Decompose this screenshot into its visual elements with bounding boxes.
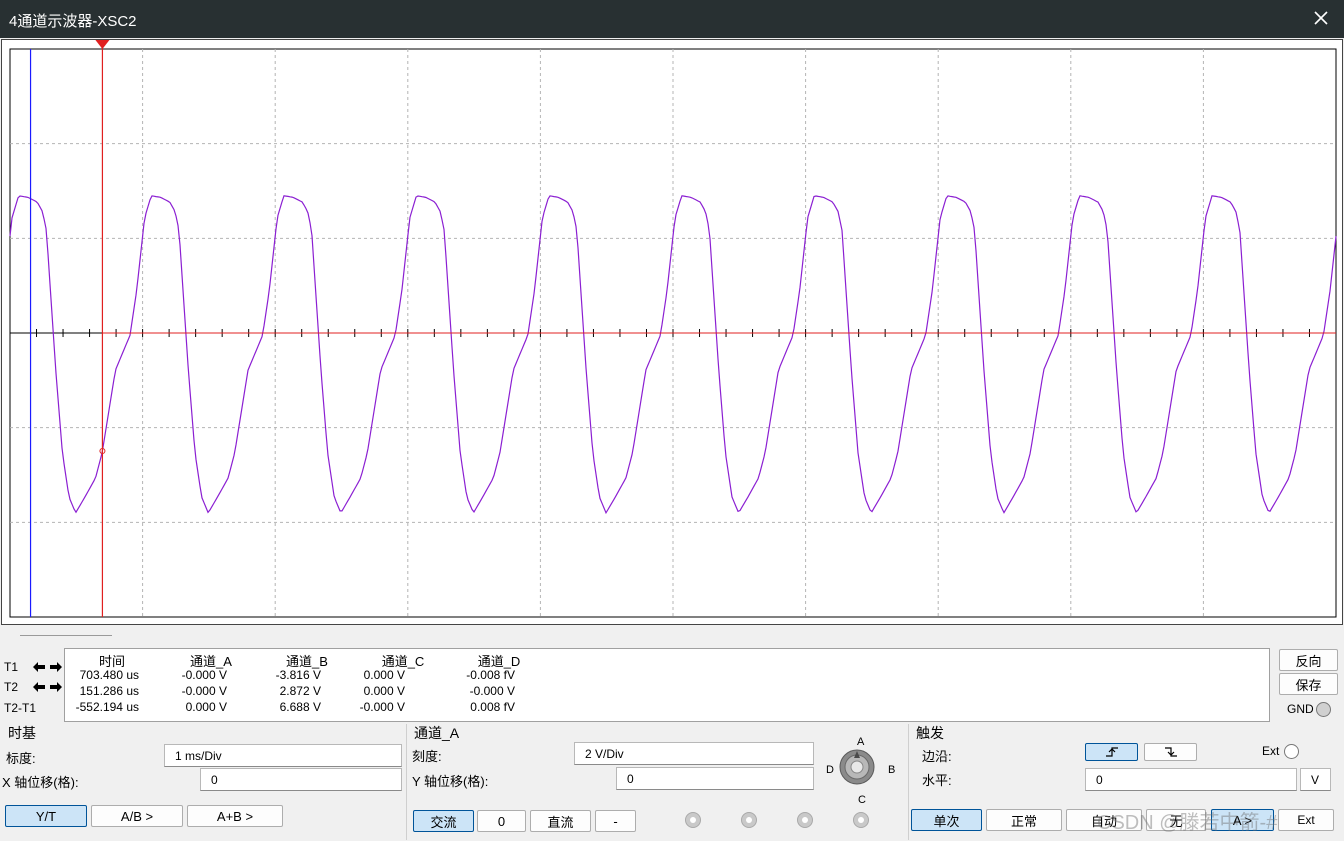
coupling-dc-button[interactable]: 直流	[530, 810, 591, 832]
watermark: CSDN @滕若中箭-#	[1097, 812, 1278, 834]
t2-left-button[interactable]	[31, 680, 46, 695]
section-divider	[406, 724, 407, 840]
close-icon	[1314, 11, 1328, 25]
readout-cell: -0.000 V	[181, 684, 227, 698]
knob-label-b: B	[888, 764, 896, 776]
coupling-zero-button[interactable]: 0	[477, 810, 526, 832]
reverse-button[interactable]: 反向	[1279, 649, 1338, 671]
window-title: 4通道示波器-XSC2	[9, 13, 137, 30]
trigger-level-label: 水平:	[922, 773, 952, 788]
save-button[interactable]: 保存	[1279, 673, 1338, 695]
channel-terminal-a[interactable]	[685, 812, 701, 828]
cursor-t1-row: T1	[4, 658, 65, 676]
panel-splitter[interactable]	[20, 635, 112, 636]
cursor-diff-row: T2-T1	[4, 699, 36, 717]
readout-cell: -0.000 V	[181, 668, 227, 682]
falling-edge-icon	[1164, 747, 1177, 757]
trigger-single-button[interactable]: 单次	[911, 809, 982, 831]
coupling-ac-button[interactable]: 交流	[413, 810, 474, 832]
trigger-level-unit[interactable]: V	[1300, 768, 1331, 791]
readout-cell: -0.000 V	[359, 700, 405, 714]
close-button[interactable]	[1310, 7, 1332, 29]
gnd-label: GND	[1287, 702, 1314, 716]
title-bar: 4通道示波器-XSC2	[0, 0, 1344, 38]
arrow-left-icon	[32, 682, 45, 692]
readout-cell: 2.872 V	[279, 684, 321, 698]
readout-cell: 0.008 fV	[470, 700, 515, 714]
oscilloscope-screen	[1, 39, 1343, 625]
knob-label-c: C	[858, 794, 866, 806]
x-position-label: X 轴位移(格):	[2, 775, 79, 790]
readout-cell: 6.688 V	[279, 700, 321, 714]
scope-plot	[9, 40, 1337, 618]
edge-rising-button[interactable]	[1085, 743, 1138, 761]
mode-aplusb-button[interactable]: A+B >	[187, 805, 283, 827]
channel-selector-knob-icon[interactable]	[838, 748, 876, 786]
timebase-title: 时基	[8, 725, 36, 741]
channel-scale-label: 刻度:	[412, 749, 442, 764]
channel-terminal-b[interactable]	[741, 812, 757, 828]
readout-cell: -552.194 us	[75, 700, 139, 714]
t1-left-button[interactable]	[31, 660, 46, 675]
gnd-terminal[interactable]	[1316, 702, 1331, 717]
ext-trigger-radio[interactable]	[1284, 744, 1299, 759]
edge-falling-button[interactable]	[1144, 743, 1197, 761]
arrow-left-icon	[32, 662, 45, 672]
arrow-right-icon	[49, 682, 62, 692]
trigger-title: 触发	[916, 725, 944, 741]
cursor-diff-label: T2-T1	[4, 701, 37, 715]
knob-label-a: A	[857, 736, 865, 748]
cursor-t2-label: T2	[4, 680, 19, 694]
readout-cell: 0.000 V	[363, 684, 405, 698]
readout-cell: -3.816 V	[275, 668, 321, 682]
trigger-normal-button[interactable]: 正常	[986, 809, 1062, 831]
cursor-t2-row: T2	[4, 678, 65, 696]
mode-yt-button[interactable]: Y/T	[5, 805, 87, 827]
readout-cell: -0.000 V	[469, 684, 515, 698]
t2-right-button[interactable]	[48, 680, 63, 695]
channel-scale-field[interactable]: 2 V/Div	[574, 742, 814, 765]
y-position-field[interactable]: 0	[616, 767, 814, 790]
channel-title: 通道_A	[414, 725, 460, 741]
channel-terminal-c[interactable]	[797, 812, 813, 828]
timebase-scale-label: 标度:	[6, 751, 36, 766]
trigger-level-field[interactable]: 0	[1085, 768, 1297, 791]
readout-cell: 703.480 us	[79, 668, 139, 682]
coupling-minus-button[interactable]: -	[595, 810, 636, 832]
knob-label-d: D	[826, 764, 834, 776]
ext-trigger-label: Ext	[1262, 744, 1280, 758]
trigger-marker-icon	[95, 40, 110, 49]
trigger-edge-label: 边沿:	[922, 749, 952, 764]
section-divider	[908, 724, 909, 840]
x-position-field[interactable]: 0	[200, 768, 402, 791]
readout-cell: -0.008 fV	[466, 668, 515, 682]
mode-ab-button[interactable]: A/B >	[91, 805, 183, 827]
y-position-label: Y 轴位移(格):	[412, 774, 489, 789]
trigger-source-ext-button[interactable]: Ext	[1278, 809, 1334, 831]
channel-terminal-d[interactable]	[853, 812, 869, 828]
cursor-t1-label: T1	[4, 660, 19, 674]
timebase-scale-field[interactable]: 1 ms/Div	[164, 744, 402, 767]
t1-right-button[interactable]	[48, 660, 63, 675]
readout-cell: 0.000 V	[363, 668, 405, 682]
readout-cell: 0.000 V	[185, 700, 227, 714]
rising-edge-icon	[1105, 747, 1118, 757]
measurement-readout: 时间 通道_A 通道_B 通道_C 通道_D 703.480 us -0.000…	[64, 648, 1270, 722]
readout-cell: 151.286 us	[79, 684, 139, 698]
arrow-right-icon	[49, 662, 62, 672]
